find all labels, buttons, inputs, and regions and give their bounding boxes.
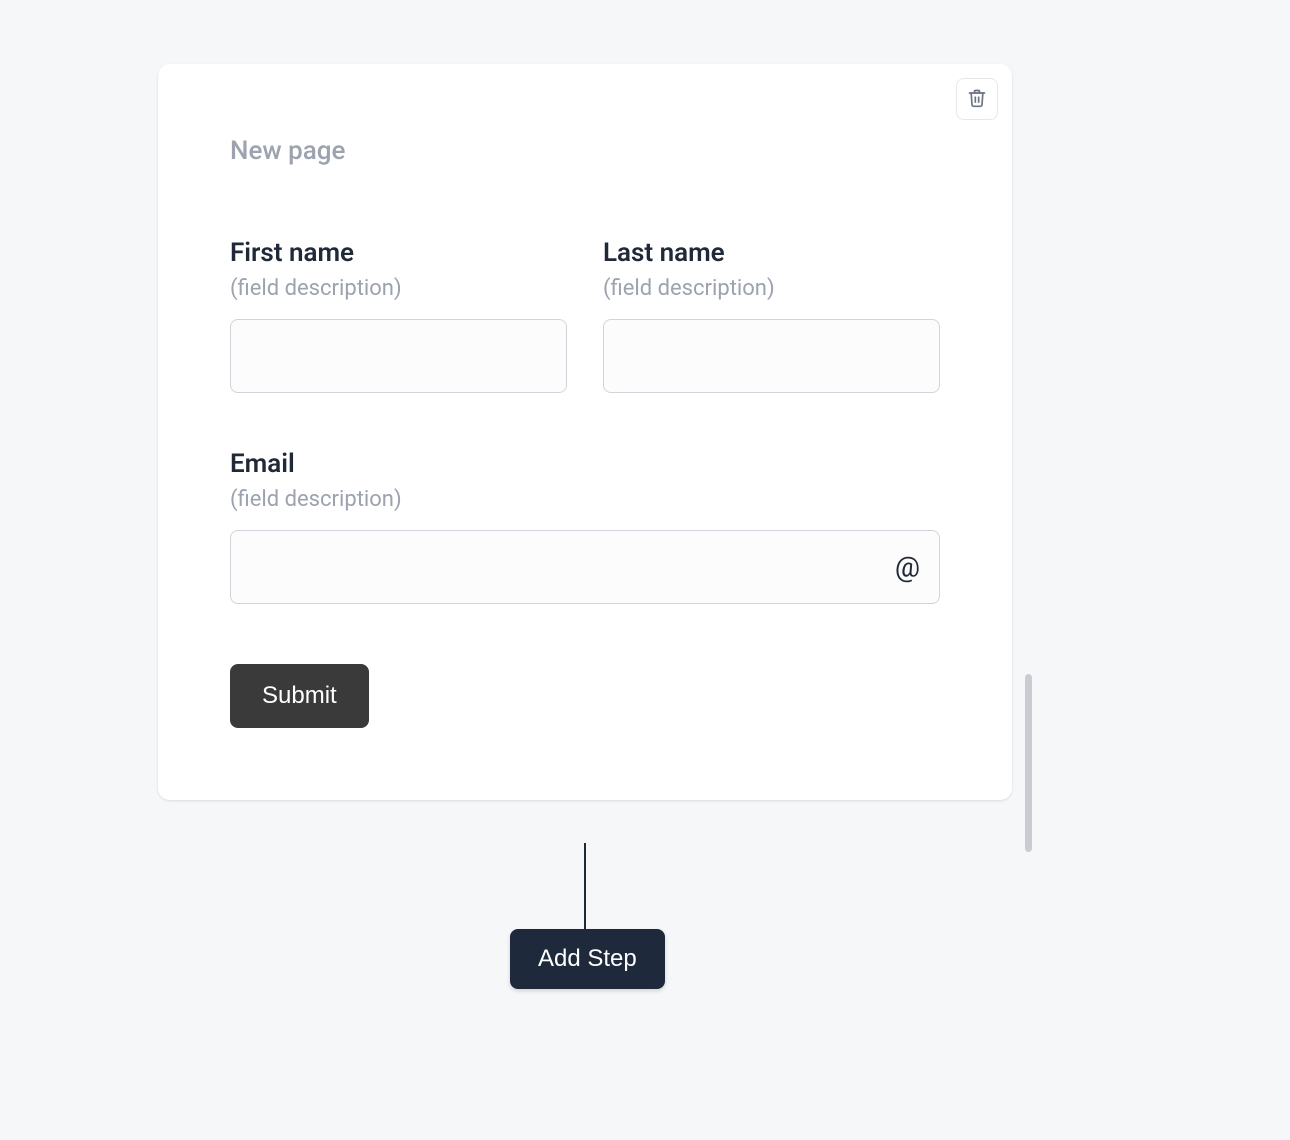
delete-page-button[interactable] — [956, 78, 998, 120]
form-row-names: First name (field description) Last name… — [230, 238, 940, 393]
email-input[interactable] — [230, 530, 940, 604]
page-title[interactable]: New page — [230, 136, 940, 166]
submit-button[interactable]: Submit — [230, 664, 369, 728]
first-name-field: First name (field description) — [230, 238, 567, 393]
email-field: Email (field description) @ — [230, 449, 940, 604]
email-description: (field description) — [230, 487, 940, 512]
form-page-card: New page First name (field description) … — [158, 64, 1012, 800]
scrollbar-thumb[interactable] — [1025, 674, 1032, 852]
last-name-input[interactable] — [603, 319, 940, 393]
first-name-input[interactable] — [230, 319, 567, 393]
step-connector-line — [584, 843, 586, 929]
trash-icon — [967, 88, 987, 111]
email-label: Email — [230, 449, 940, 479]
email-input-wrapper: @ — [230, 530, 940, 604]
add-step-button[interactable]: Add Step — [510, 929, 665, 989]
last-name-field: Last name (field description) — [603, 238, 940, 393]
first-name-description: (field description) — [230, 276, 567, 301]
form-row-email: Email (field description) @ — [230, 449, 940, 604]
first-name-label: First name — [230, 238, 567, 268]
last-name-description: (field description) — [603, 276, 940, 301]
last-name-label: Last name — [603, 238, 940, 268]
